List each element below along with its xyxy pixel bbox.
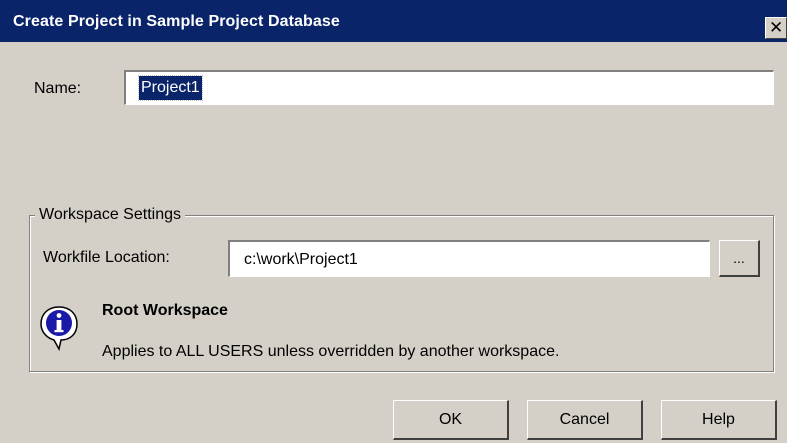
- cancel-button[interactable]: Cancel: [527, 400, 643, 440]
- workfile-location-input[interactable]: c:\work\Project1: [228, 240, 710, 277]
- name-input-value: Project1: [138, 75, 203, 101]
- root-workspace-description: Applies to ALL USERS unless overridden b…: [102, 343, 560, 360]
- name-label: Name:: [34, 80, 82, 97]
- ok-button[interactable]: OK: [393, 400, 509, 440]
- help-button[interactable]: Help: [661, 400, 777, 440]
- workspace-settings-label: Workspace Settings: [35, 206, 185, 224]
- close-button[interactable]: ✕: [765, 17, 787, 39]
- workfile-location-label: Workfile Location:: [43, 249, 170, 266]
- title-bar: Create Project in Sample Project Databas…: [0, 0, 787, 42]
- name-input[interactable]: Project1: [124, 70, 774, 105]
- root-workspace-title: Root Workspace: [102, 302, 228, 319]
- window-title: Create Project in Sample Project Databas…: [13, 13, 340, 30]
- info-icon: [40, 306, 78, 351]
- workfile-location-value: c:\work\Project1: [244, 251, 358, 268]
- close-icon: ✕: [769, 18, 784, 37]
- browse-button[interactable]: ...: [719, 240, 760, 277]
